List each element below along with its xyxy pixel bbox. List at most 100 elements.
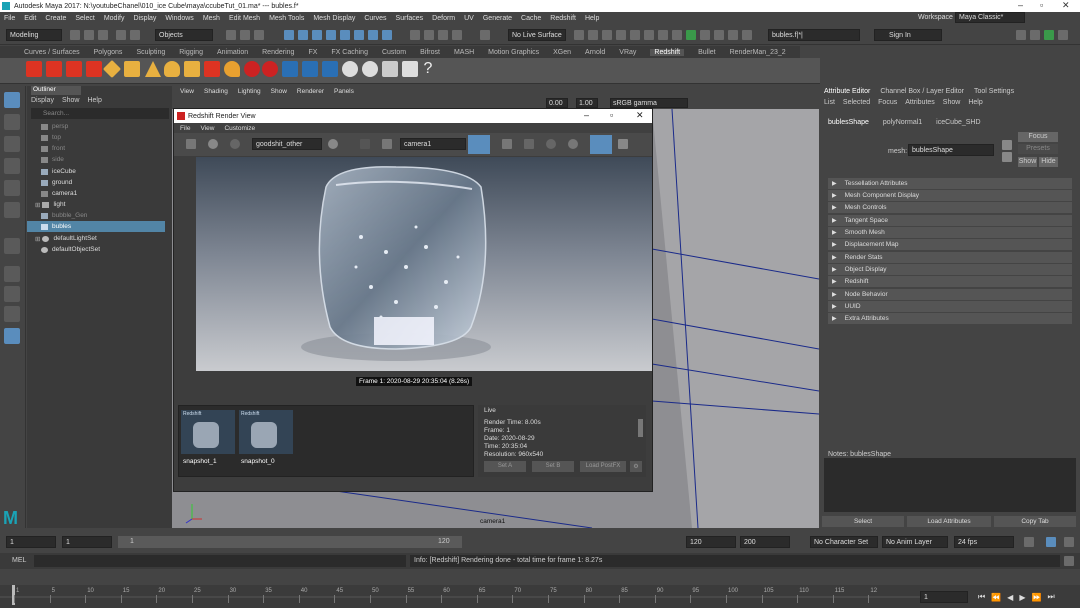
menu-deform[interactable]: Deform	[432, 15, 455, 22]
outliner-item-persp[interactable]: persp	[41, 121, 166, 132]
snapshot-toggle[interactable]	[590, 135, 612, 154]
notes-textarea[interactable]	[824, 458, 1076, 512]
rs-spot-light-icon[interactable]	[145, 61, 161, 77]
gamma-field[interactable]: 1.00	[576, 98, 598, 108]
render-region-toggle[interactable]	[468, 135, 490, 154]
field-chart-icon[interactable]	[742, 30, 752, 40]
shelf-tab-sculpting[interactable]: Sculpting	[136, 49, 165, 56]
section-displacement-map[interactable]: ▶ Displacement Map	[828, 239, 1072, 250]
menu-mesh[interactable]: Mesh	[203, 15, 220, 22]
rs-ies-light-icon[interactable]	[224, 61, 240, 77]
play-back-icon[interactable]: ◀	[1007, 593, 1013, 602]
shelf-tab-renderman[interactable]: RenderMan_23_2	[730, 49, 786, 56]
vp-menu-renderer[interactable]: Renderer	[297, 88, 324, 95]
render-frame-icon[interactable]	[382, 30, 392, 40]
command-input[interactable]	[34, 555, 406, 567]
vp-menu-panels[interactable]: Panels	[334, 88, 354, 95]
menu-uv[interactable]: UV	[464, 15, 474, 22]
menu-edit-mesh[interactable]: Edit Mesh	[229, 15, 260, 22]
outliner-search-input[interactable]: Search...	[31, 108, 169, 119]
shelf-tab-polygons[interactable]: Polygons	[94, 49, 123, 56]
section-smooth-mesh[interactable]: ▶ Smooth Mesh	[828, 227, 1072, 238]
shelf-tab-redshift[interactable]: Redshift	[650, 48, 685, 56]
set-a-button[interactable]: Set A	[484, 461, 526, 472]
shelf-tab-motion-graphics[interactable]: Motion Graphics	[488, 49, 539, 56]
ipr-render-icon[interactable]	[424, 30, 434, 40]
tab-channel-box[interactable]: Channel Box / Layer Editor	[880, 88, 964, 95]
grid-icon[interactable]	[360, 139, 370, 149]
select-components-icon[interactable]	[254, 30, 264, 40]
rs-export-icon[interactable]	[124, 61, 140, 77]
ae-select-button[interactable]: Select	[822, 516, 904, 527]
outliner-item-light[interactable]: ⊞ light	[35, 199, 160, 210]
shelf-tab-rendering[interactable]: Rendering	[262, 49, 294, 56]
refresh-icon[interactable]	[230, 139, 240, 149]
presets-button[interactable]: Presets	[1018, 144, 1058, 154]
camera-record-icon[interactable]	[502, 139, 512, 149]
go-start-icon[interactable]: ⏮	[978, 592, 985, 602]
rs-physical-light-icon[interactable]	[204, 61, 220, 77]
rs-post-effects-icon[interactable]	[282, 61, 298, 77]
set-b-button[interactable]: Set B	[532, 461, 574, 472]
last-tool-icon[interactable]	[4, 238, 20, 254]
hypershade-icon[interactable]	[452, 30, 462, 40]
rs-log-icon[interactable]	[402, 61, 418, 77]
go-end-icon[interactable]: ⏭	[1047, 592, 1054, 602]
snapshot-thumbnail-0[interactable]: Redshift	[239, 410, 293, 454]
snap-curve-icon[interactable]	[298, 30, 308, 40]
character-controls-icon[interactable]	[1030, 30, 1040, 40]
outliner-layout-icon[interactable]	[4, 328, 20, 344]
playback-end-field[interactable]: 120	[686, 536, 736, 548]
scale-tool-icon[interactable]	[4, 202, 20, 218]
outliner-menu-help[interactable]: Help	[87, 97, 101, 104]
section-uuid[interactable]: ▶ UUID	[828, 301, 1072, 312]
info-scrollbar[interactable]	[638, 419, 643, 437]
paint-select-tool-icon[interactable]	[4, 136, 20, 152]
anim-layer-select[interactable]: No Anim Layer	[882, 536, 948, 548]
rs-rsproxy-icon[interactable]	[322, 61, 338, 77]
shelf-tab-rigging[interactable]: Rigging	[179, 49, 203, 56]
outliner-item-ground[interactable]: ground	[41, 177, 166, 188]
section-mesh-component-display[interactable]: ▶ Mesh Component Display	[828, 190, 1072, 201]
outliner-item-default-light-set[interactable]: ⊞ defaultLightSet	[35, 233, 160, 244]
minimize-button[interactable]: –	[1018, 0, 1023, 10]
search-field[interactable]: bubles.f|*|	[768, 29, 860, 41]
ae-menu-show[interactable]: Show	[943, 99, 961, 106]
node-tab-icecube-shd[interactable]: iceCube_SHD	[936, 119, 980, 126]
menu-select[interactable]: Select	[75, 15, 94, 22]
channels-icon[interactable]	[524, 139, 534, 149]
select-objects-icon[interactable]	[240, 30, 250, 40]
rs-render-region-icon[interactable]	[46, 61, 62, 77]
section-render-stats[interactable]: ▶ Render Stats	[828, 252, 1072, 263]
shelf-tab-animation[interactable]: Animation	[217, 49, 248, 56]
show-button[interactable]: Show	[1018, 157, 1037, 167]
menu-surfaces[interactable]: Surfaces	[396, 15, 424, 22]
camera-attrs-icon[interactable]	[616, 30, 626, 40]
open-scene-icon[interactable]	[84, 30, 94, 40]
workspace-select[interactable]: Maya Classic*	[955, 12, 1025, 23]
character-set-select[interactable]: No Character Set	[810, 536, 878, 548]
rs-ipr-icon[interactable]	[66, 61, 82, 77]
anim-end-field[interactable]: 200	[740, 536, 790, 548]
live-surface-field[interactable]: No Live Surface	[508, 29, 566, 41]
go-output-icon[interactable]	[1002, 152, 1012, 162]
play-forward-icon[interactable]: ▶	[1019, 593, 1025, 602]
step-back-icon[interactable]: ⏪	[991, 593, 1001, 602]
anim-start-field[interactable]: 1	[6, 536, 56, 548]
resolution-gate-icon[interactable]	[686, 30, 696, 40]
outliner-item-camera1[interactable]: camera1	[41, 188, 166, 199]
shelf-tab-mash[interactable]: MASH	[454, 49, 474, 56]
side-by-side-icon[interactable]	[4, 306, 20, 322]
rs-dome-light-icon[interactable]	[164, 61, 180, 77]
section-object-display[interactable]: ▶ Object Display	[828, 264, 1072, 275]
rs-render-view-icon[interactable]	[86, 61, 102, 77]
rs-environment-icon[interactable]	[362, 61, 378, 77]
expand-icon[interactable]: ⊞	[35, 235, 40, 243]
menu-file[interactable]: File	[4, 15, 15, 22]
undo-icon[interactable]	[116, 30, 126, 40]
info-settings-icon[interactable]: ⚙	[630, 461, 642, 472]
shelf-tab-vray[interactable]: VRay	[619, 49, 636, 56]
anim-prefs-icon[interactable]	[1064, 537, 1074, 547]
play-icon[interactable]	[208, 139, 218, 149]
range-slider[interactable]: 1 120	[118, 536, 462, 548]
